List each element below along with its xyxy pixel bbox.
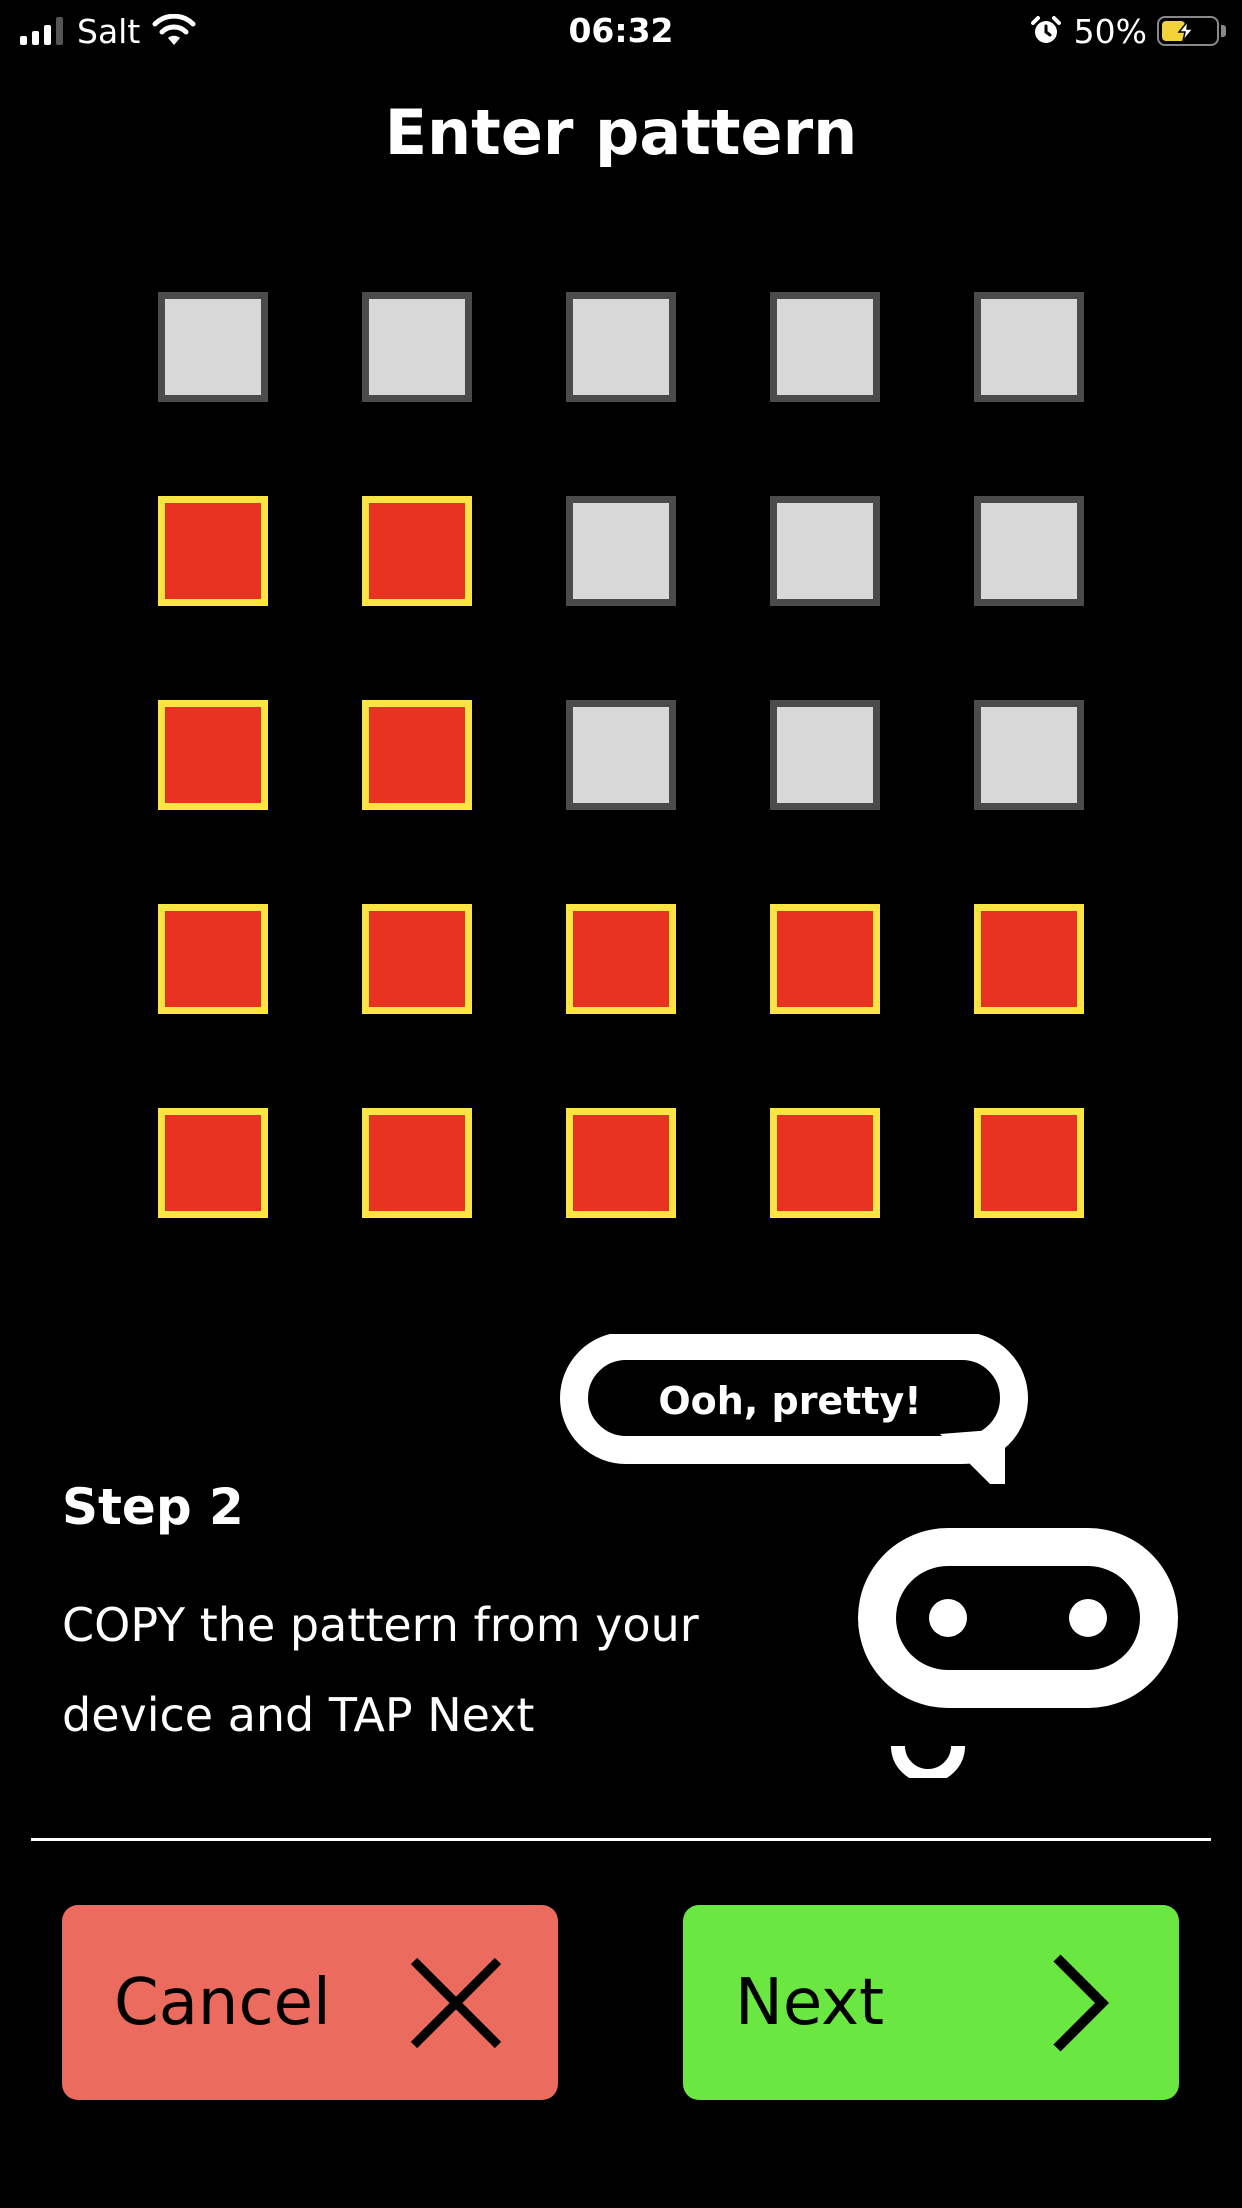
led-cell-r4-c1[interactable]	[158, 904, 268, 1014]
led-cell-r3-c1[interactable]	[158, 700, 268, 810]
step-line-1: COPY the pattern from your	[62, 1598, 699, 1652]
led-cell-r4-c4[interactable]	[770, 904, 880, 1014]
next-button-label: Next	[735, 1965, 885, 2040]
close-icon	[410, 1957, 502, 2048]
led-cell-r5-c3[interactable]	[566, 1108, 676, 1218]
step-line-2: device and TAP Next	[62, 1688, 535, 1742]
led-cell-r3-c4[interactable]	[770, 700, 880, 810]
led-cell-r5-c4[interactable]	[770, 1108, 880, 1218]
status-bar: Salt 06:32 50%	[0, 0, 1242, 62]
bolt-icon	[1177, 20, 1195, 42]
step-instructions: COPY the pattern from your device and TA…	[62, 1580, 822, 1760]
led-cell-r1-c4[interactable]	[770, 292, 880, 402]
led-cell-r2-c2[interactable]	[362, 496, 472, 606]
speech-text: Ooh, pretty!	[658, 1379, 922, 1423]
led-cell-r5-c2[interactable]	[362, 1108, 472, 1218]
battery-charging-icon	[1157, 16, 1219, 46]
led-cell-r3-c5[interactable]	[974, 700, 1084, 810]
led-cell-r2-c5[interactable]	[974, 496, 1084, 606]
led-cell-r2-c1[interactable]	[158, 496, 268, 606]
led-cell-r2-c4[interactable]	[770, 496, 880, 606]
led-cell-r4-c3[interactable]	[566, 904, 676, 1014]
led-cell-r5-c1[interactable]	[158, 1108, 268, 1218]
divider	[31, 1838, 1211, 1841]
chevron-right-icon	[1053, 1953, 1110, 2052]
led-cell-r4-c2[interactable]	[362, 904, 472, 1014]
led-cell-r1-c2[interactable]	[362, 292, 472, 402]
led-cell-r1-c1[interactable]	[158, 292, 268, 402]
led-cell-r2-c3[interactable]	[566, 496, 676, 606]
status-right: 50%	[1030, 8, 1226, 54]
led-cell-r5-c5[interactable]	[974, 1108, 1084, 1218]
battery-percent: 50%	[1073, 11, 1147, 51]
cancel-button-label: Cancel	[114, 1965, 331, 2040]
led-cell-r3-c3[interactable]	[566, 700, 676, 810]
robot-face-icon	[858, 1528, 1178, 1778]
page-title: Enter pattern	[384, 96, 858, 169]
alarm-icon	[1030, 16, 1061, 43]
led-cell-r1-c5[interactable]	[974, 292, 1084, 402]
cancel-button[interactable]: Cancel	[62, 1905, 558, 2100]
battery-tip	[1221, 25, 1226, 37]
led-cell-r3-c2[interactable]	[362, 700, 472, 810]
step-title: Step 2	[62, 1478, 244, 1536]
led-cell-r1-c3[interactable]	[566, 292, 676, 402]
led-cell-r4-c5[interactable]	[974, 904, 1084, 1014]
pattern-grid	[158, 292, 1084, 1218]
next-button[interactable]: Next	[683, 1905, 1179, 2100]
